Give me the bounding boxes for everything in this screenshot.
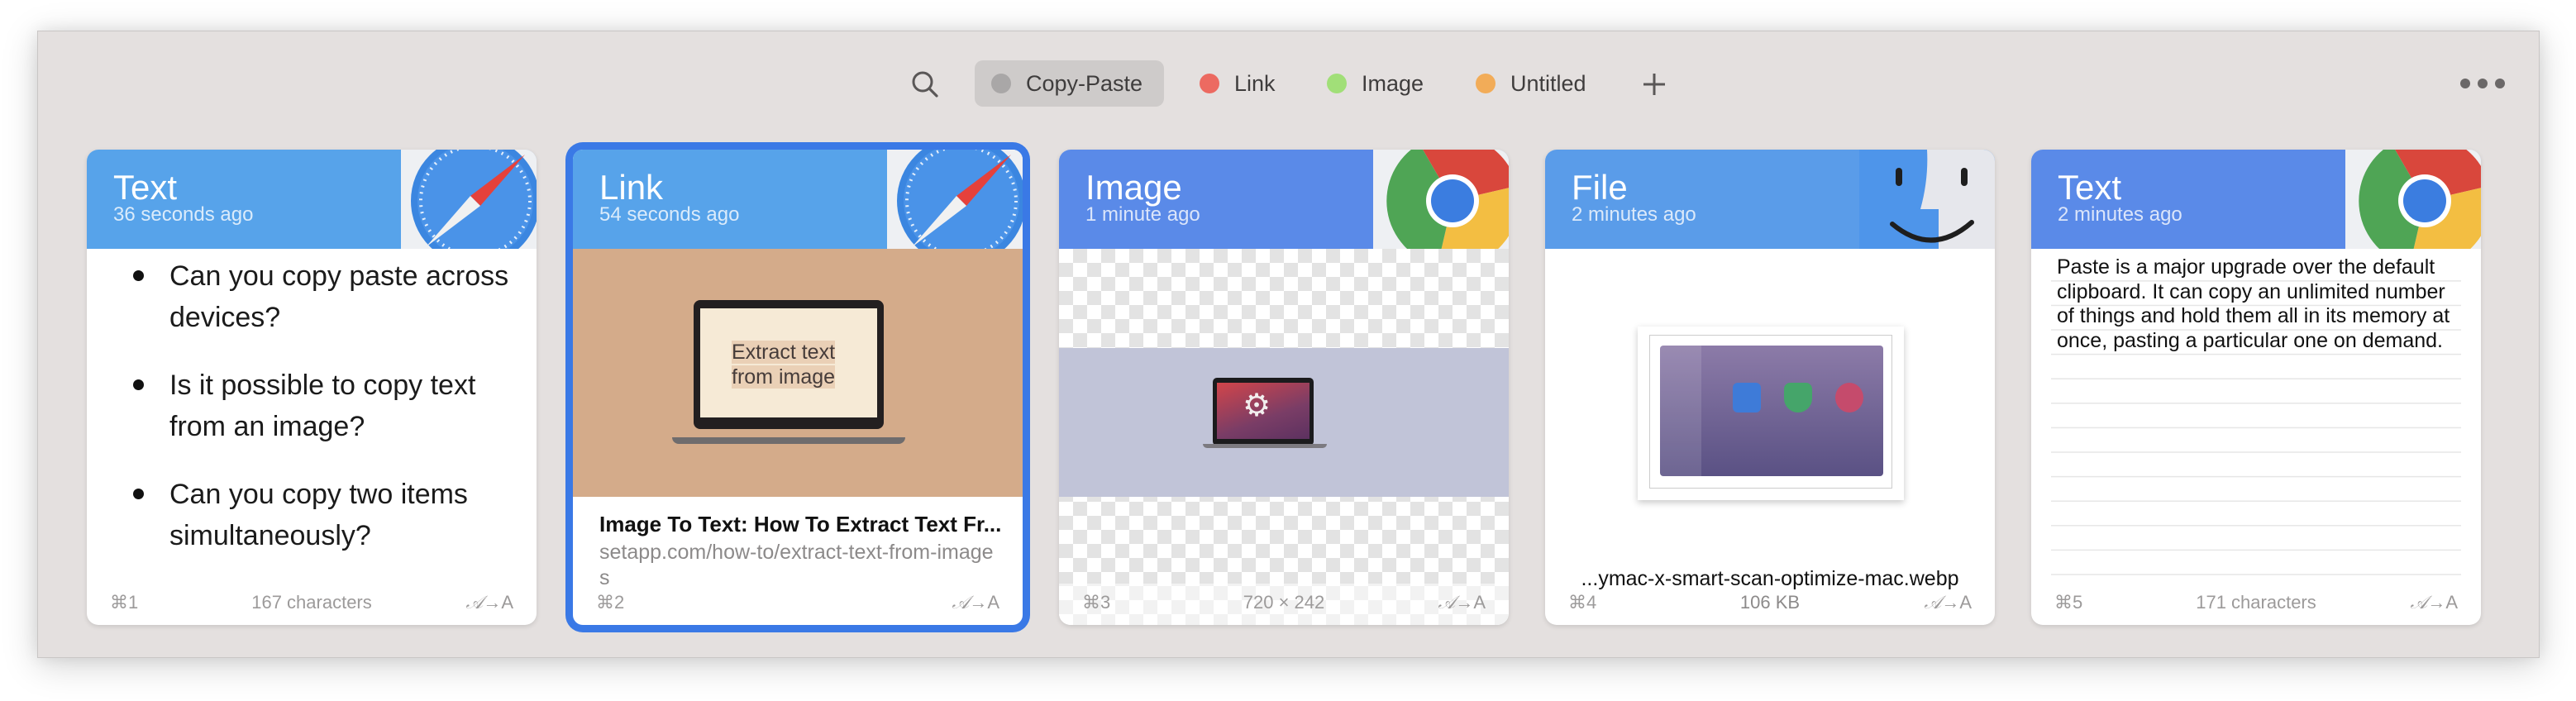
laptop-illustration: Extract text from image bbox=[694, 300, 884, 429]
finder-icon bbox=[1859, 150, 1995, 249]
card-time: 54 seconds ago bbox=[599, 203, 740, 226]
script-a-glyph: 𝒜 bbox=[1438, 593, 1456, 613]
convert-plain-text-icon[interactable]: 𝒜→A bbox=[466, 592, 514, 613]
arrow-a-glyph: →A bbox=[483, 592, 513, 613]
clip-card-image-3[interactable]: ⚙ Image 1 minute ago ⌘3 720 × 242 𝒜→A bbox=[1059, 150, 1509, 625]
shortcut-label: ⌘2 bbox=[596, 592, 625, 613]
clip-card-text-5[interactable]: Text 2 minutes ago Paste is a major upgr… bbox=[2031, 150, 2481, 625]
tab-label: Image bbox=[1362, 70, 1424, 96]
laptop-illustration: ⚙ bbox=[1213, 378, 1314, 446]
more-icon[interactable] bbox=[2460, 73, 2505, 94]
card-type: File bbox=[1572, 168, 1628, 207]
chrome-icon bbox=[2345, 150, 2481, 249]
card-type: Text bbox=[113, 168, 178, 207]
preview-line: Extract text bbox=[732, 341, 836, 364]
card-time: 1 minute ago bbox=[1085, 203, 1200, 226]
arrow-a-glyph: →A bbox=[969, 592, 999, 613]
tab-copy-paste[interactable]: Copy-Paste bbox=[975, 60, 1165, 107]
card-time: 2 minutes ago bbox=[2058, 203, 2182, 226]
convert-plain-text-icon[interactable]: 𝒜→A bbox=[1438, 592, 1486, 613]
card-footer: ⌘2 𝒜→A bbox=[573, 584, 1023, 625]
script-a-glyph: 𝒜 bbox=[2410, 593, 2428, 613]
convert-plain-text-icon[interactable]: 𝒜→A bbox=[2411, 592, 2459, 613]
link-preview-image: Extract text from image bbox=[573, 249, 1023, 497]
tab-image[interactable]: Image bbox=[1310, 60, 1445, 107]
clip-card-file-4[interactable]: File 2 minutes ago ...ymac-x-smart-scan-… bbox=[1545, 150, 1995, 625]
bullet-list: Can you copy paste across devices? Is it… bbox=[87, 255, 537, 583]
bullet-item: Can you copy two items simultaneously? bbox=[133, 474, 537, 556]
card-type: Text bbox=[2058, 168, 2122, 207]
convert-plain-text-icon[interactable]: 𝒜→A bbox=[952, 592, 1000, 613]
tab-color-dot bbox=[991, 74, 1011, 93]
script-a-glyph: 𝒜 bbox=[1924, 593, 1942, 613]
card-header: Image 1 minute ago bbox=[1059, 150, 1509, 249]
tab-color-dot bbox=[1327, 74, 1347, 93]
preview-line: from image bbox=[732, 365, 836, 389]
laptop-base bbox=[672, 437, 905, 444]
arrow-a-glyph: →A bbox=[1941, 592, 1972, 613]
file-thumbnail bbox=[1638, 327, 1904, 500]
paste-window: Copy-Paste Link Image Untitled Text 36 s… bbox=[37, 31, 2540, 658]
laptop-base bbox=[1203, 444, 1327, 448]
more-dot bbox=[2478, 79, 2488, 88]
clip-card-text-1[interactable]: Text 36 seconds ago Can you copy paste a… bbox=[87, 150, 537, 625]
card-header: Text 36 seconds ago bbox=[87, 150, 537, 249]
link-title: Image To Text: How To Extract Text Fr... bbox=[599, 512, 1002, 536]
card-time: 2 minutes ago bbox=[1572, 203, 1696, 226]
card-type: Image bbox=[1085, 168, 1182, 207]
plus-icon[interactable] bbox=[1638, 68, 1671, 101]
search-icon[interactable] bbox=[909, 68, 942, 101]
tab-label: Untitled bbox=[1510, 70, 1586, 96]
chrome-icon bbox=[1373, 150, 1509, 249]
card-footer: ⌘1 167 characters 𝒜→A bbox=[87, 584, 537, 625]
tab-color-dot bbox=[1200, 74, 1219, 93]
tab-untitled[interactable]: Untitled bbox=[1459, 60, 1608, 107]
script-a-glyph: 𝒜 bbox=[952, 593, 970, 613]
card-footer: ⌘5 171 characters 𝒜→A bbox=[2031, 584, 2481, 625]
card-header: Text 2 minutes ago bbox=[2031, 150, 2481, 249]
card-type: Link bbox=[599, 168, 664, 207]
clip-text: Paste is a major upgrade over the defaul… bbox=[2057, 255, 2450, 352]
gear-icon: ⚙ bbox=[1243, 389, 1271, 423]
safari-icon bbox=[401, 150, 537, 249]
tab-label: Copy-Paste bbox=[1026, 70, 1143, 96]
card-header: File 2 minutes ago bbox=[1545, 150, 1995, 249]
safari-icon bbox=[887, 150, 1023, 249]
clip-card-link-2[interactable]: Link 54 seconds ago Extract text from im… bbox=[573, 150, 1023, 625]
card-footer: ⌘3 720 × 242 𝒜→A bbox=[1059, 584, 1509, 625]
card-header: Link 54 seconds ago bbox=[573, 150, 1023, 249]
more-dot bbox=[2460, 79, 2470, 88]
bullet-item: Can you copy paste across devices? bbox=[133, 255, 537, 338]
arrow-a-glyph: →A bbox=[1455, 592, 1486, 613]
card-time: 36 seconds ago bbox=[113, 203, 254, 226]
script-a-glyph: 𝒜 bbox=[465, 593, 484, 613]
arrow-a-glyph: →A bbox=[2427, 592, 2458, 613]
card-footer: ⌘4 106 KB 𝒜→A bbox=[1545, 584, 1995, 625]
bullet-item: Is it possible to copy text from an imag… bbox=[133, 365, 537, 447]
toolbar: Copy-Paste Link Image Untitled bbox=[38, 31, 2539, 136]
tab-label: Link bbox=[1234, 70, 1276, 96]
tab-link[interactable]: Link bbox=[1183, 60, 1297, 107]
tab-color-dot bbox=[1476, 74, 1496, 93]
more-dot bbox=[2495, 79, 2505, 88]
convert-plain-text-icon[interactable]: 𝒜→A bbox=[1925, 592, 1973, 613]
